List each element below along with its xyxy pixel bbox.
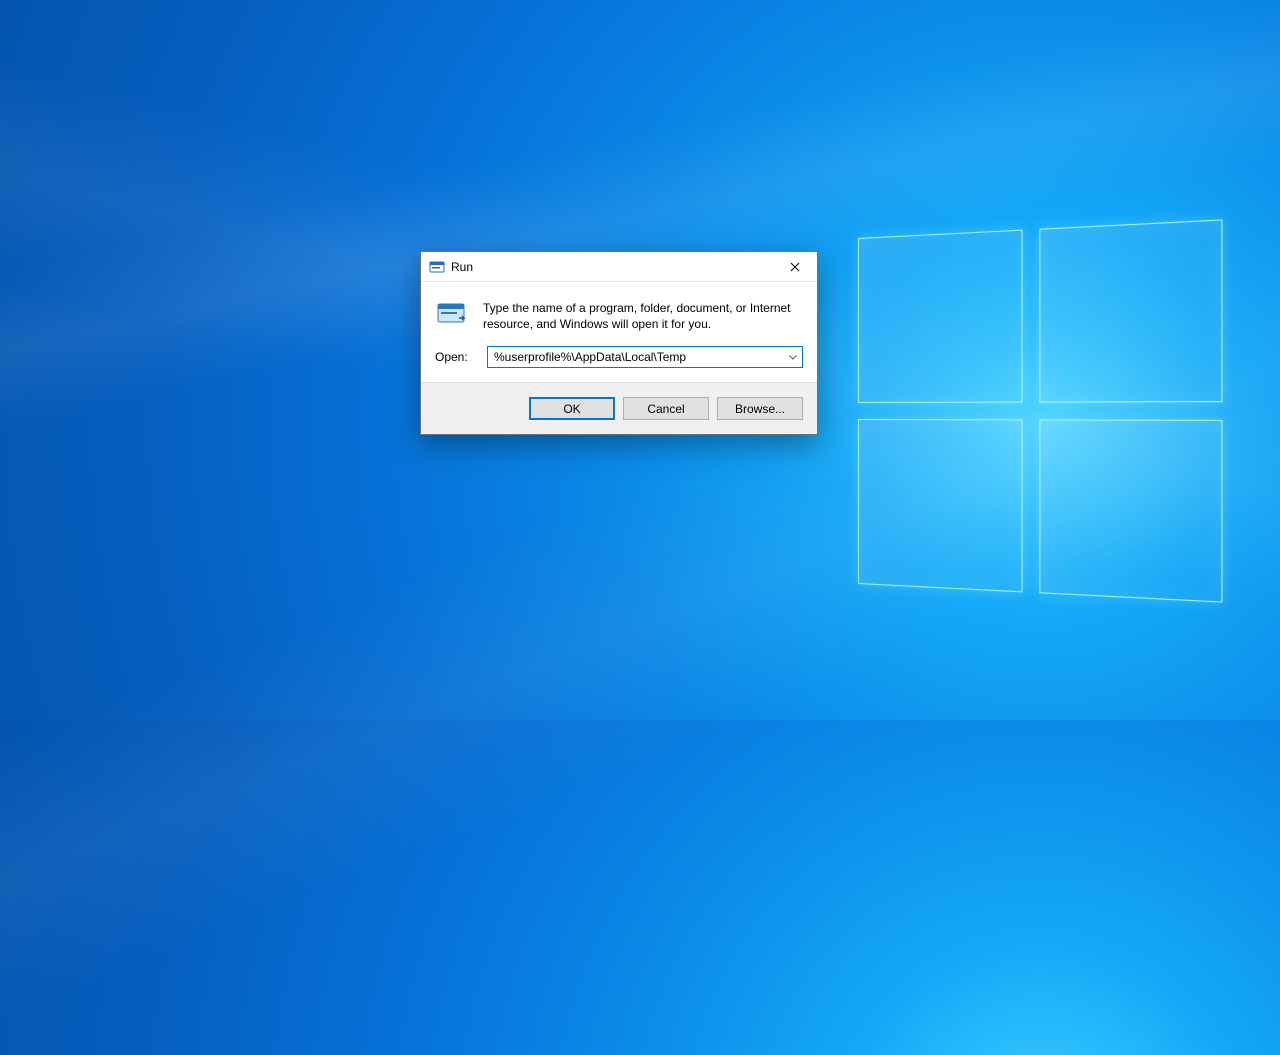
- windows-logo-pane: [858, 230, 1023, 403]
- open-combobox[interactable]: [487, 346, 803, 368]
- run-folder-icon: [435, 298, 469, 328]
- dialog-button-strip: OK Cancel Browse...: [421, 382, 817, 434]
- close-button[interactable]: [772, 252, 817, 282]
- titlebar[interactable]: Run: [421, 252, 817, 282]
- dialog-title: Run: [451, 260, 473, 274]
- windows-logo-pane: [1039, 219, 1222, 402]
- open-label: Open:: [435, 350, 475, 364]
- browse-button[interactable]: Browse...: [717, 397, 803, 420]
- cancel-button[interactable]: Cancel: [623, 397, 709, 420]
- windows-logo: [858, 219, 1222, 602]
- ok-button[interactable]: OK: [529, 397, 615, 420]
- wallpaper-beam: [0, 65, 1280, 1055]
- run-dialog: Run Type the name of a program, folder, …: [420, 251, 818, 435]
- dialog-body: Type the name of a program, folder, docu…: [421, 282, 817, 382]
- windows-logo-pane: [1039, 419, 1222, 602]
- chevron-down-icon: [789, 355, 797, 360]
- open-input[interactable]: [488, 347, 784, 367]
- combobox-dropdown-button[interactable]: [784, 347, 802, 367]
- dialog-description: Type the name of a program, folder, docu…: [483, 298, 803, 332]
- windows-logo-pane: [858, 419, 1023, 592]
- run-app-icon: [429, 259, 445, 275]
- close-icon: [790, 262, 800, 272]
